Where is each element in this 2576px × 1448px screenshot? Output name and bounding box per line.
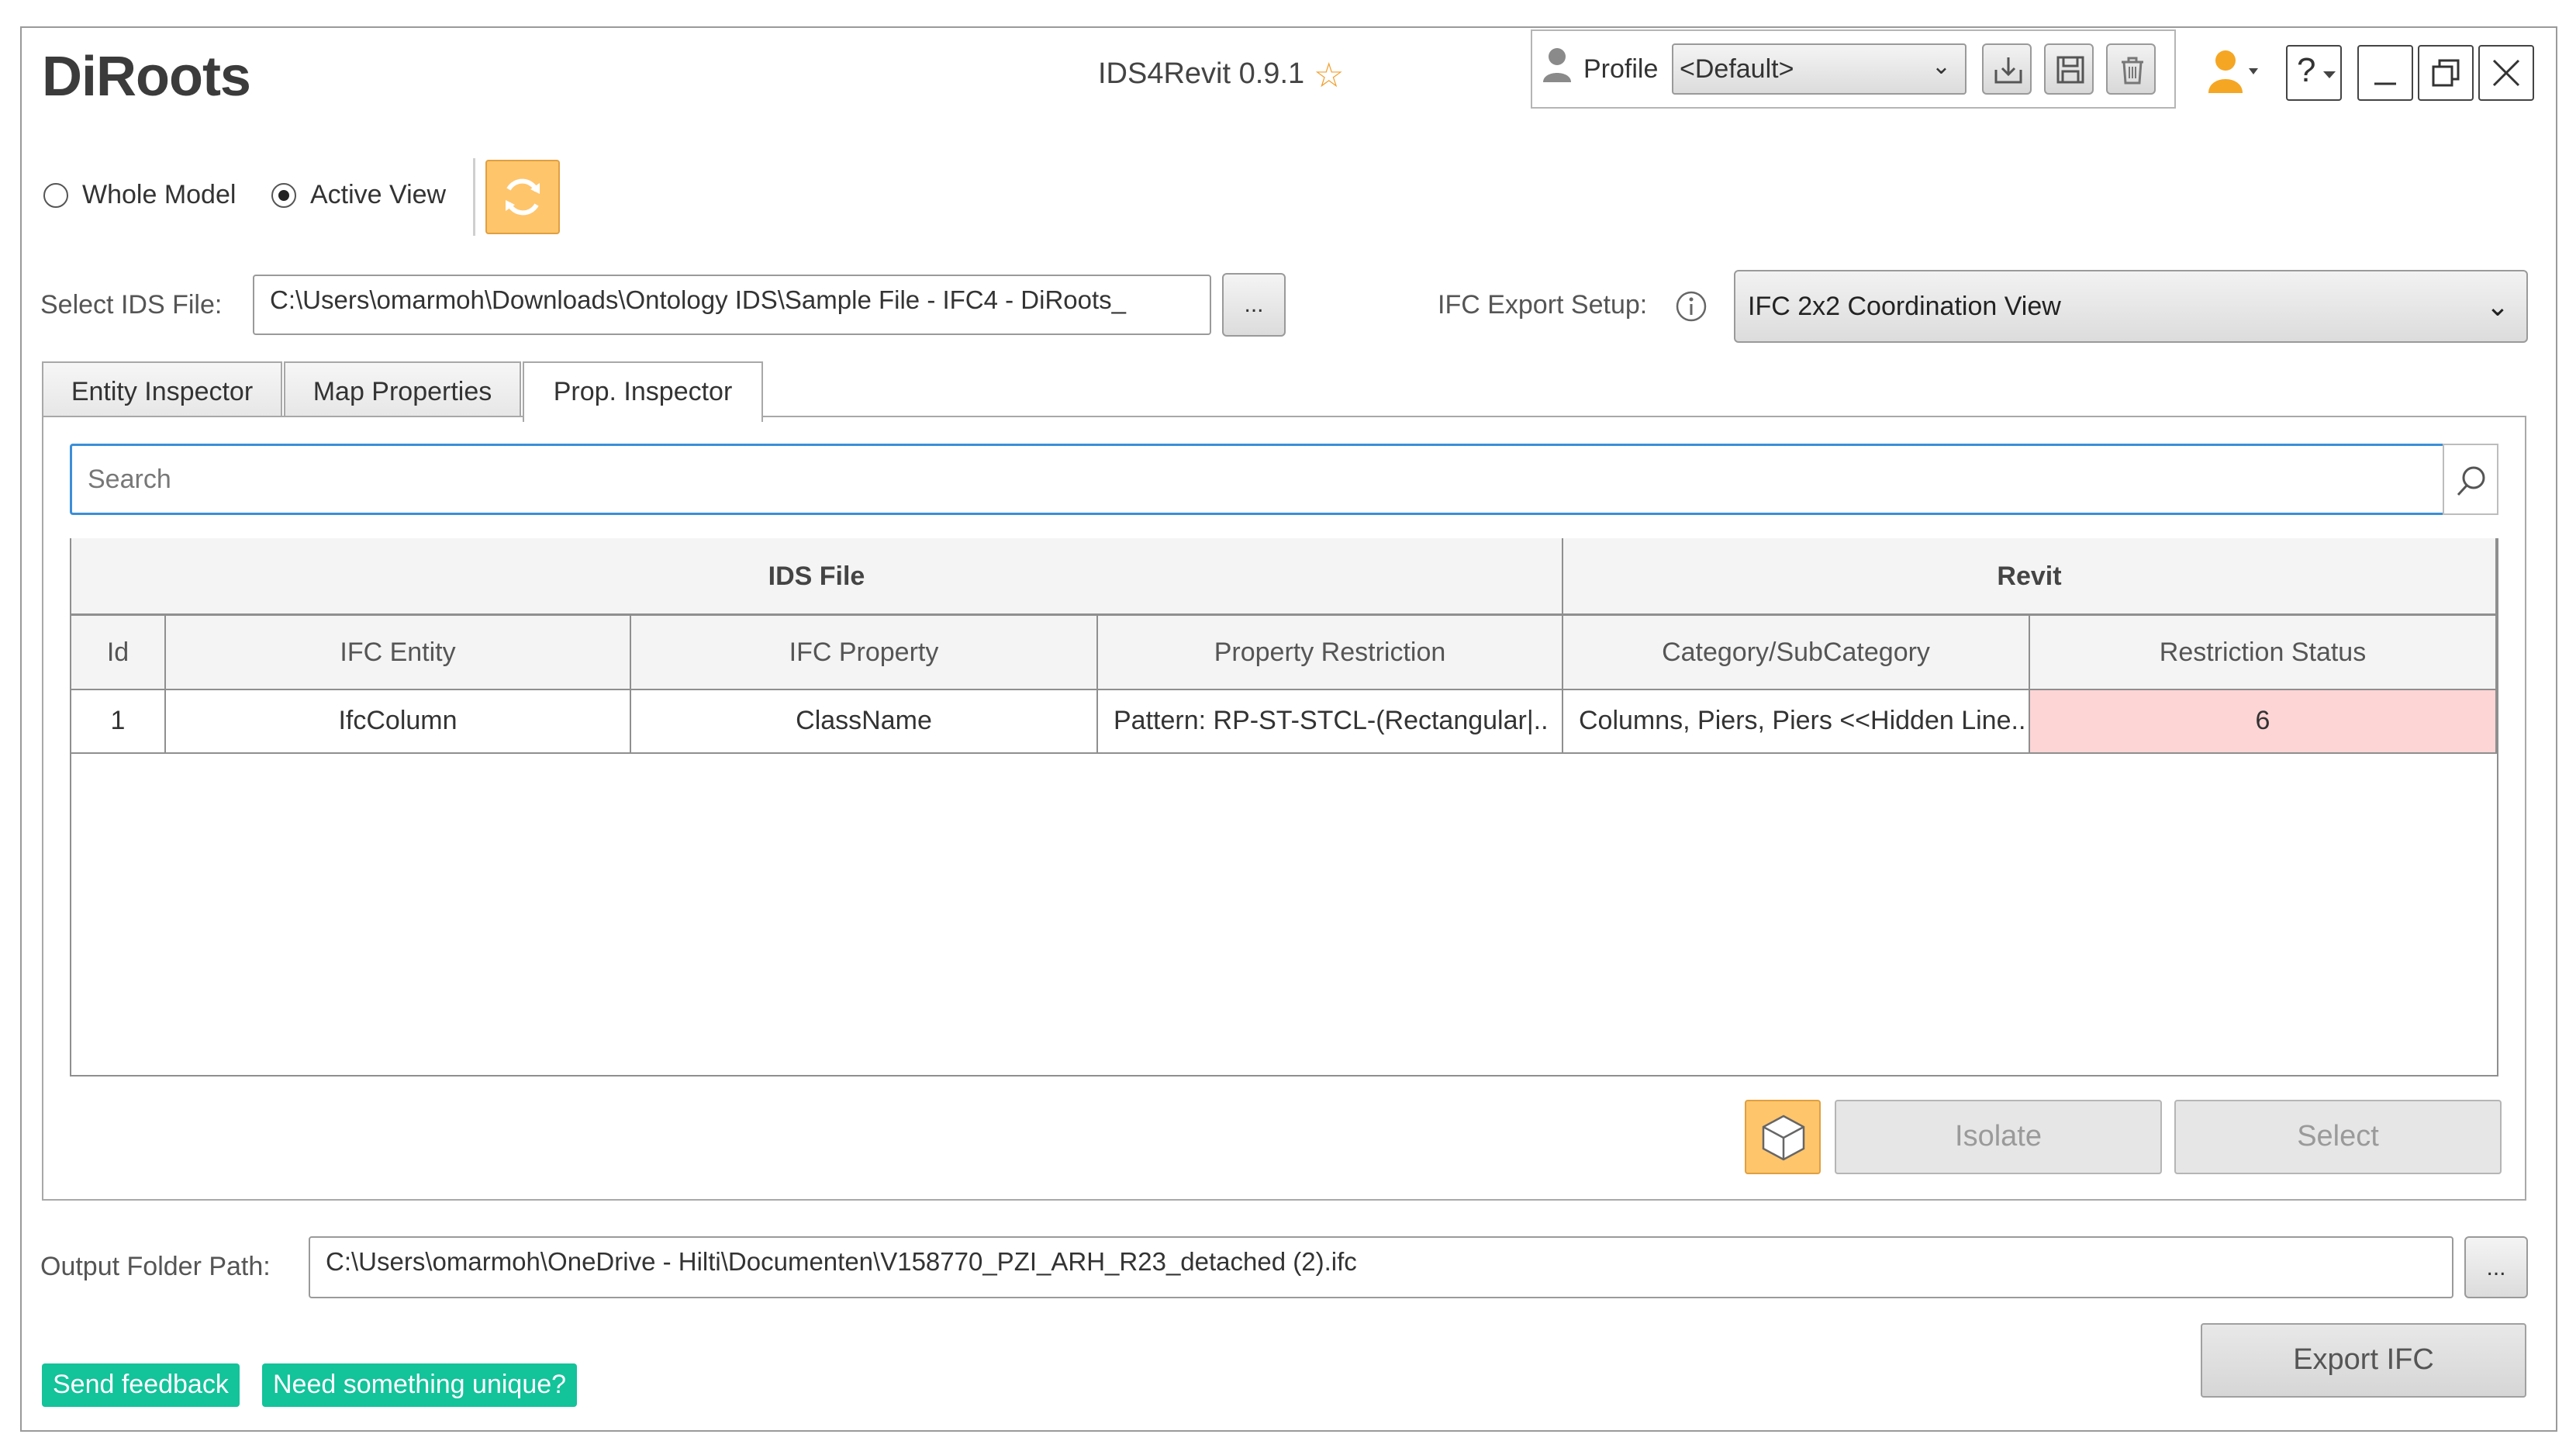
group-header-revit: Revit — [1563, 538, 2497, 616]
active-view-radio[interactable] — [271, 183, 296, 208]
refresh-icon — [506, 178, 540, 216]
column-header-restriction-status[interactable]: Restriction Status — [2030, 616, 2497, 690]
column-header-id[interactable]: Id — [71, 616, 166, 690]
close-button[interactable] — [2478, 45, 2534, 101]
cube-icon — [1762, 1115, 1805, 1161]
column-header-ifc-entity[interactable]: IFC Entity — [166, 616, 631, 690]
browse-ids-button[interactable]: ... — [1222, 273, 1286, 337]
refresh-button[interactable] — [485, 160, 560, 234]
app-title: IDS4Revit 0.9.1 — [1098, 57, 1305, 90]
info-icon[interactable] — [1675, 290, 1708, 323]
restore-button[interactable] — [2418, 45, 2474, 101]
column-header-property-restriction[interactable]: Property Restriction — [1098, 616, 1563, 690]
table-cell-ifc-entity[interactable]: IfcColumn — [166, 690, 631, 754]
diroots-logo: DiRoots — [42, 46, 251, 108]
export-ifc-button[interactable]: Export IFC — [2201, 1323, 2526, 1398]
ifc-export-setup-value: IFC 2x2 Coordination View — [1748, 292, 2061, 321]
delete-profile-button[interactable] — [2106, 43, 2156, 95]
ifc-export-setup-select[interactable]: IFC 2x2 Coordination View ⌄ — [1734, 270, 2528, 343]
toolbar-divider — [473, 158, 475, 236]
column-header-ifc-property[interactable]: IFC Property — [631, 616, 1098, 690]
favorite-star-icon[interactable]: ☆ — [1314, 56, 1344, 95]
group-header-ids-file: IDS File — [71, 538, 1563, 616]
browse-output-button[interactable]: ... — [2464, 1236, 2528, 1298]
table-cell-property-restriction[interactable]: Pattern: RP-ST-STCL-(Rectangular|.. — [1098, 690, 1563, 754]
ids-file-path-field[interactable]: C:\Users\omarmoh\Downloads\Ontology IDS\… — [253, 275, 1211, 335]
profile-select-value: <Default> — [1680, 54, 1794, 84]
ids-file-label: Select IDS File: — [40, 290, 223, 320]
profile-person-icon — [1542, 47, 1573, 82]
chevron-down-icon: ⌄ — [2485, 290, 2509, 322]
minimize-icon — [2374, 82, 2396, 85]
save-profile-button[interactable] — [2044, 43, 2094, 95]
whole-model-label[interactable]: Whole Model — [82, 180, 236, 210]
column-header-category-subcategory[interactable]: Category/SubCategory — [1563, 616, 2030, 690]
active-view-label[interactable]: Active View — [310, 180, 446, 210]
profile-select[interactable]: <Default> ⌄ — [1672, 43, 1967, 95]
output-folder-label: Output Folder Path: — [40, 1252, 271, 1281]
tab-entity-inspector[interactable]: Entity Inspector — [42, 361, 282, 419]
ifc-export-setup-label: IFC Export Setup: — [1438, 290, 1648, 320]
table-cell-ifc-property[interactable]: ClassName — [631, 690, 1098, 754]
help-menu-button[interactable]: ? — [2286, 45, 2342, 101]
table-cell-id[interactable]: 1 — [71, 690, 166, 754]
need-something-unique-button[interactable]: Need something unique? — [262, 1363, 578, 1407]
output-folder-path-field[interactable]: C:\Users\omarmoh\OneDrive - Hilti\Docume… — [309, 1236, 2453, 1298]
select-button[interactable]: Select — [2174, 1100, 2502, 1174]
profile-label: Profile — [1583, 54, 1659, 84]
minimize-button[interactable] — [2357, 45, 2413, 101]
help-label: ? — [2297, 51, 2316, 89]
3d-view-button[interactable] — [1745, 1100, 1821, 1174]
search-button[interactable] — [2443, 444, 2498, 515]
dropdown-caret-icon — [2323, 71, 2336, 78]
search-icon — [2457, 466, 2485, 496]
save-icon — [2056, 56, 2084, 84]
isolate-button[interactable]: Isolate — [1835, 1100, 2162, 1174]
chevron-down-icon: ⌄ — [1931, 54, 1951, 79]
tab-prop-inspector[interactable]: Prop. Inspector — [523, 361, 763, 422]
whole-model-radio[interactable] — [43, 183, 68, 208]
send-feedback-button[interactable]: Send feedback — [42, 1363, 240, 1407]
import-profile-button[interactable] — [1982, 43, 2032, 95]
import-icon — [1994, 57, 2022, 84]
table-cell-category-subcategory[interactable]: Columns, Piers, Piers <<Hidden Line.. — [1563, 690, 2030, 754]
user-menu-icon[interactable] — [2207, 47, 2261, 98]
close-icon — [2492, 59, 2520, 87]
tab-map-properties[interactable]: Map Properties — [284, 361, 521, 419]
trash-icon — [2122, 57, 2143, 85]
table-cell-restriction-status[interactable]: 6 — [2030, 690, 2497, 754]
restore-icon — [2432, 59, 2460, 87]
search-input[interactable]: Search — [70, 444, 2446, 515]
